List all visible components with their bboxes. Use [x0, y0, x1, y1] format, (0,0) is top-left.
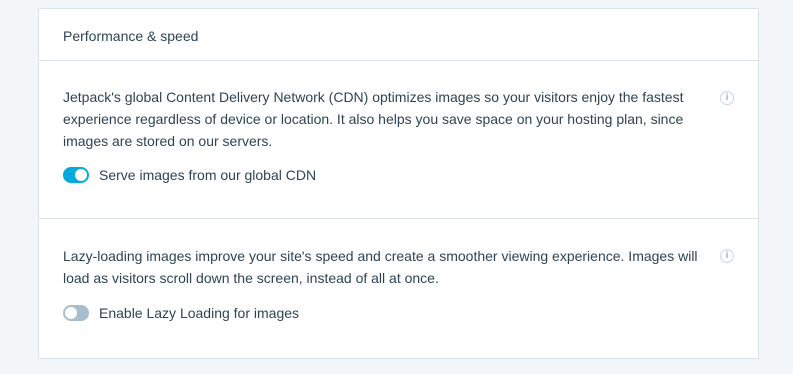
card-title: Performance & speed	[39, 9, 758, 61]
lazy-toggle[interactable]	[63, 305, 89, 321]
info-icon[interactable]: i	[720, 91, 734, 105]
info-icon-glyph: i	[725, 250, 729, 261]
cdn-toggle[interactable]	[63, 167, 89, 183]
cdn-toggle-label[interactable]: Serve images from our global CDN	[99, 167, 316, 183]
toggle-knob	[75, 169, 87, 181]
toggle-knob	[65, 307, 77, 319]
cdn-section: Jetpack's global Content Delivery Networ…	[39, 61, 758, 219]
info-icon[interactable]: i	[720, 249, 734, 263]
cdn-toggle-row[interactable]: Serve images from our global CDN	[63, 167, 698, 183]
cdn-description: Jetpack's global Content Delivery Networ…	[63, 89, 684, 149]
lazy-toggle-label[interactable]: Enable Lazy Loading for images	[99, 305, 299, 321]
performance-card: Performance & speed Jetpack's global Con…	[38, 8, 759, 359]
info-icon-glyph: i	[725, 92, 729, 103]
lazy-description: Lazy-loading images improve your site's …	[63, 248, 698, 286]
lazy-toggle-row[interactable]: Enable Lazy Loading for images	[63, 305, 698, 321]
lazy-loading-section: Lazy-loading images improve your site's …	[39, 219, 758, 358]
